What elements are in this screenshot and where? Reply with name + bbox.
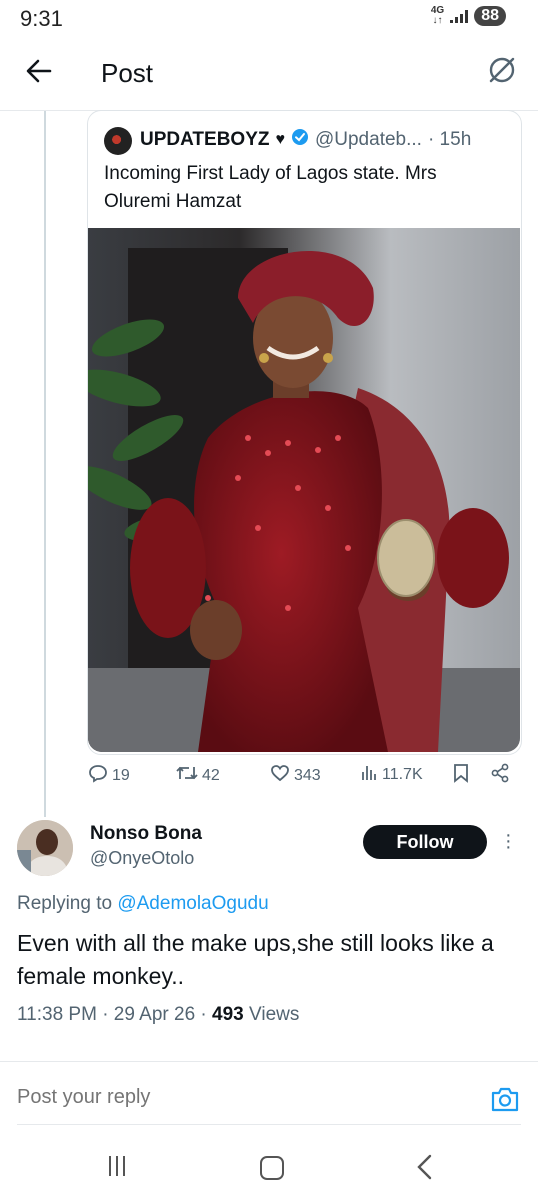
more-icon[interactable]: · · · bbox=[505, 825, 512, 857]
like-icon bbox=[270, 763, 290, 788]
quoted-post-time: · 15h bbox=[427, 129, 472, 150]
woman-in-red-attire-image bbox=[88, 228, 520, 752]
reply-action[interactable]: 19 bbox=[88, 763, 130, 788]
page-title: Post bbox=[101, 58, 154, 88]
views-action[interactable]: 11.7K bbox=[360, 763, 423, 786]
repost-icon bbox=[176, 763, 198, 788]
reply-icon bbox=[88, 763, 108, 788]
quoted-avatar[interactable] bbox=[104, 127, 132, 155]
back-arrow-icon[interactable] bbox=[24, 56, 54, 94]
bookmark-icon[interactable] bbox=[452, 763, 470, 783]
grok-icon[interactable] bbox=[486, 54, 518, 91]
post-meta: 11:38 PM · 29 Apr 26 · 493 Views bbox=[17, 1004, 299, 1026]
share-icon[interactable] bbox=[490, 763, 510, 783]
avatar[interactable] bbox=[17, 820, 73, 876]
reply-post-text: Even with all the make ups,she still loo… bbox=[17, 930, 494, 989]
quoted-post-actions: 19 42 343 11.7K bbox=[88, 763, 518, 793]
reply-author-name[interactable]: Nonso Bona bbox=[90, 823, 202, 845]
replying-to-line: Replying to @AdemolaOgudu bbox=[17, 893, 269, 914]
heart-emoji-icon: ♥ bbox=[275, 131, 285, 148]
status-icons: 4G ↓↑ 88 bbox=[431, 6, 506, 26]
data-arrows-icon: ↓↑ bbox=[432, 15, 443, 26]
views-label: Views bbox=[249, 1004, 300, 1025]
views-count: 493 bbox=[212, 1004, 244, 1025]
camera-icon[interactable] bbox=[490, 1085, 520, 1118]
repost-action[interactable]: 42 bbox=[176, 763, 220, 788]
recent-apps-icon[interactable] bbox=[109, 1156, 125, 1176]
thread-line bbox=[44, 111, 46, 817]
follow-button[interactable]: Follow bbox=[363, 825, 487, 859]
nav-back-icon[interactable] bbox=[414, 1152, 434, 1189]
signal-icon bbox=[450, 9, 469, 23]
quoted-post-photo[interactable] bbox=[88, 228, 520, 752]
like-action[interactable]: 343 bbox=[270, 763, 321, 788]
verified-icon bbox=[291, 128, 309, 152]
composer-divider bbox=[17, 1124, 521, 1125]
status-time: 9:31 bbox=[20, 6, 63, 31]
network-indicator: 4G ↓↑ bbox=[430, 5, 445, 26]
battery-indicator: 88 bbox=[474, 6, 506, 26]
quoted-author-handle[interactable]: @Updateb... bbox=[315, 129, 422, 151]
views-icon bbox=[360, 763, 378, 786]
replying-to-mention[interactable]: @AdemolaOgudu bbox=[117, 893, 268, 914]
reply-author-handle[interactable]: @OnyeOtolo bbox=[90, 848, 194, 869]
quoted-author-name[interactable]: UPDATEBOYZ bbox=[140, 129, 269, 151]
home-icon[interactable] bbox=[260, 1156, 284, 1180]
reply-input[interactable] bbox=[17, 1086, 417, 1109]
post-timestamp: 11:38 PM · 29 Apr 26 · bbox=[17, 1004, 207, 1025]
divider bbox=[0, 1061, 538, 1062]
quoted-post-text: Incoming First Lady of Lagos state. Mrs … bbox=[104, 163, 437, 212]
quoted-post-header: UPDATEBOYZ ♥ @Updateb... · 15h bbox=[140, 128, 471, 152]
back-arrow-icon-svg bbox=[26, 59, 52, 83]
